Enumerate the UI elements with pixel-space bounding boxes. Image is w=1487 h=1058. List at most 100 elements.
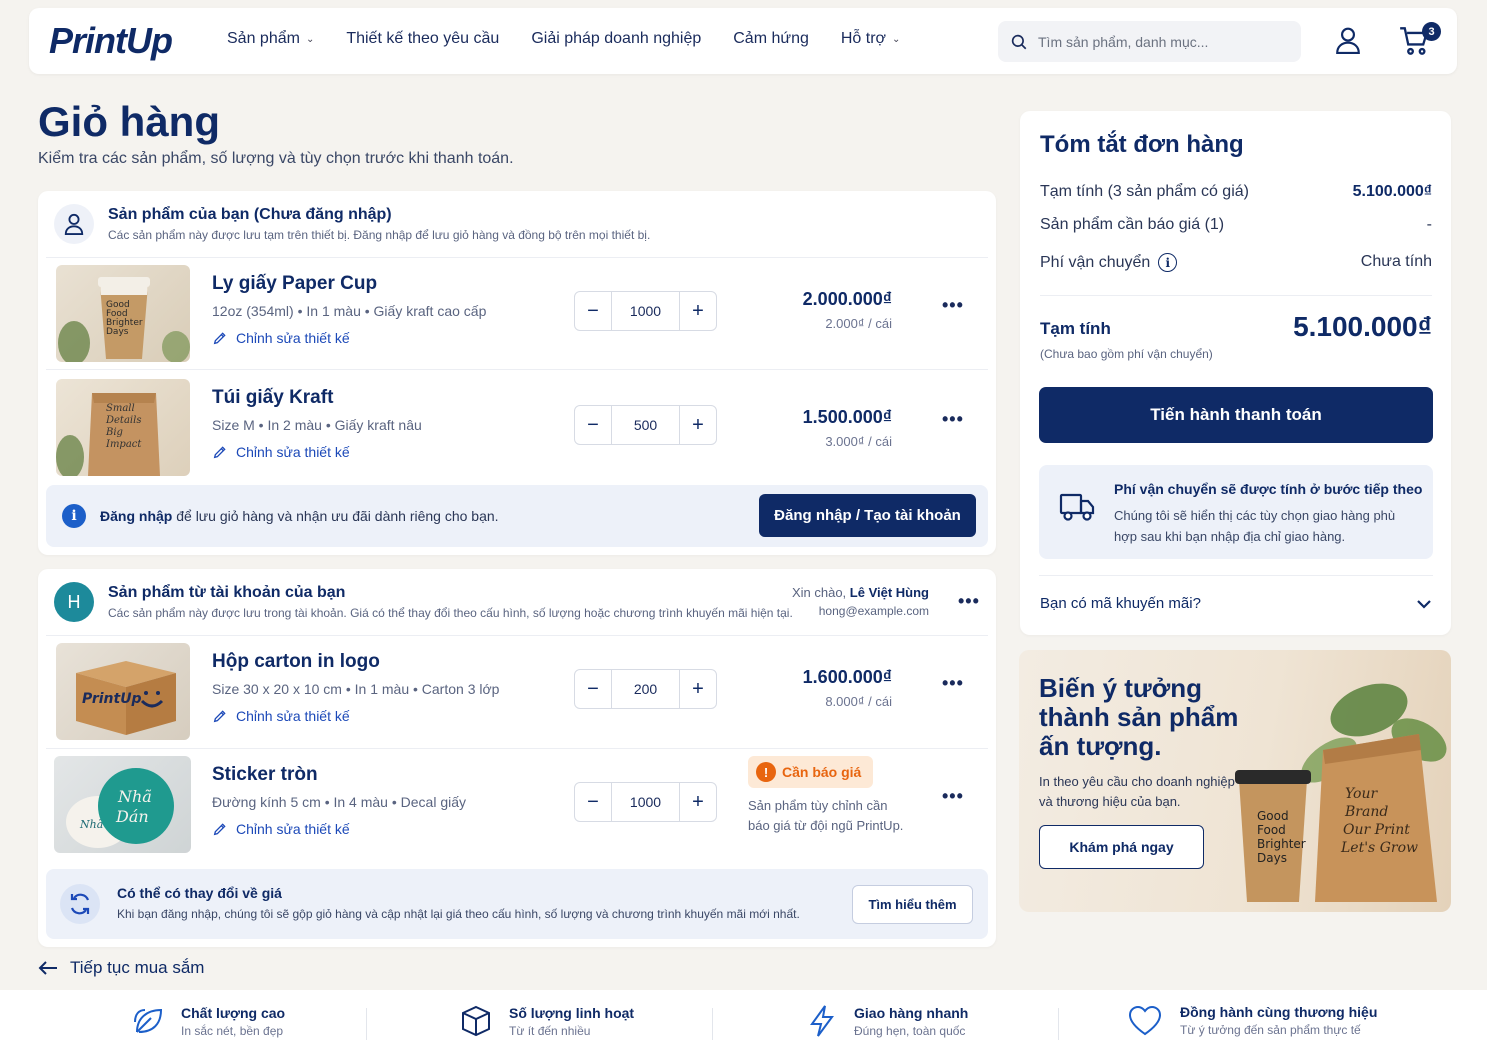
account-cart-card: H Sản phẩm từ tài khoản của bạn Các sản … xyxy=(38,569,996,947)
total-value: 5.100.000₫ xyxy=(1293,311,1432,342)
feature-flexible-quantity: Số lượng linh hoạt Từ ít đến nhiều xyxy=(459,1004,634,1038)
learn-more-button[interactable]: Tìm hiểu thêm xyxy=(852,885,973,924)
more-options-icon[interactable]: ••• xyxy=(942,786,964,807)
svg-text:Small: Small xyxy=(106,403,135,414)
info-icon: i xyxy=(62,504,86,528)
shipping-info-line: Chúng tôi sẽ hiển thị các tùy chọn giao … xyxy=(1114,508,1396,523)
promo-product-illustration: Your Brand Our Print Let's Grow Good Foo… xyxy=(1235,683,1447,902)
edit-design-link[interactable]: Chỉnh sửa thiết kế xyxy=(212,821,350,837)
svg-text:Brand: Brand xyxy=(1344,804,1388,820)
item-name: Hộp carton in logo xyxy=(212,651,380,672)
svg-text:Impact: Impact xyxy=(105,439,142,450)
edit-design-link[interactable]: Chỉnh sửa thiết kế xyxy=(212,330,350,346)
user-icon[interactable] xyxy=(1335,26,1361,54)
item-name: Ly giấy Paper Cup xyxy=(212,273,378,294)
svg-text:Dán: Dán xyxy=(115,807,149,826)
search-box[interactable] xyxy=(998,21,1301,62)
item-price: 2.000.000₫ 2.000₫ / cái xyxy=(803,289,892,331)
svg-text:Nhã: Nhã xyxy=(117,787,152,806)
promo-code-label: Bạn có mã khuyến mãi? xyxy=(1040,595,1201,612)
chevron-down-icon: ⌄ xyxy=(892,33,901,45)
lightning-icon xyxy=(810,1005,834,1037)
item-unit-price: 8.000₫ / cái xyxy=(825,694,892,709)
account-section-header: H Sản phẩm từ tài khoản của bạn Các sản … xyxy=(54,582,793,622)
cart-item-paper-cup: Good Food Brighter Days Ly giấy Paper Cu… xyxy=(38,257,996,369)
login-create-account-button[interactable]: Đăng nhập / Tạo tài khoản xyxy=(759,494,976,537)
paper-cup-thumbnail: Good Food Brighter Days xyxy=(56,265,190,362)
edit-label: Chỉnh sửa thiết kế xyxy=(236,444,350,460)
decrease-button[interactable]: − xyxy=(575,783,611,821)
shipping-label: Phí vận chuyển xyxy=(1040,253,1151,271)
svg-text:Food: Food xyxy=(1257,823,1286,837)
svg-text:Good: Good xyxy=(1257,809,1289,823)
svg-text:Days: Days xyxy=(1257,851,1287,865)
more-options-icon[interactable]: ••• xyxy=(942,295,964,316)
search-input[interactable] xyxy=(1038,33,1288,50)
heart-icon xyxy=(1128,1005,1162,1035)
feature-bar: Chất lượng cao In sắc nét, bền đẹp Số lư… xyxy=(0,990,1487,1058)
search-icon xyxy=(1011,34,1027,49)
quantity-stepper: − 200 + xyxy=(574,669,717,709)
explore-now-button[interactable]: Khám phá ngay xyxy=(1039,825,1204,869)
promo-banner: Your Brand Our Print Let's Grow Good Foo… xyxy=(1019,650,1451,912)
quantity-value[interactable]: 200 xyxy=(611,670,680,708)
login-banner-rest: để lưu giỏ hàng và nhận ưu đãi dành riên… xyxy=(172,508,499,524)
guest-section-header: Sản phẩm của bạn (Chưa đăng nhập) Các sả… xyxy=(54,204,650,244)
info-circle-icon[interactable]: i xyxy=(1158,253,1178,272)
quantity-value[interactable]: 500 xyxy=(611,406,680,444)
divider xyxy=(1039,575,1433,576)
quantity-value[interactable]: 1000 xyxy=(611,292,680,330)
feature-title: Chất lượng cao xyxy=(181,1004,286,1021)
login-banner: i Đăng nhập để lưu giỏ hàng và nhận ưu đ… xyxy=(46,485,988,547)
nav-giai-phap[interactable]: Giải pháp doanh nghiệp xyxy=(531,30,701,48)
more-options-icon[interactable]: ••• xyxy=(942,409,964,430)
feature-title: Số lượng linh hoạt xyxy=(509,1004,635,1021)
guest-cart-card: Sản phẩm của bạn (Chưa đăng nhập) Các sả… xyxy=(38,191,996,555)
shipping-info-text: Chúng tôi sẽ hiển thị các tùy chọn giao … xyxy=(1114,505,1395,547)
item-name: Túi giấy Kraft xyxy=(212,387,334,408)
increase-button[interactable]: + xyxy=(680,292,716,330)
pencil-icon xyxy=(213,823,226,836)
increase-button[interactable]: + xyxy=(680,406,716,444)
printup-logo[interactable]: PrintUp xyxy=(49,20,173,62)
promo-headline-line: thành sản phẩm xyxy=(1039,702,1239,732)
nav-ho-tro[interactable]: Hỗ trợ ⌄ xyxy=(841,30,901,48)
pencil-icon xyxy=(213,710,226,723)
nav-san-pham[interactable]: Sản phẩm ⌄ xyxy=(227,30,314,48)
kraft-bag-thumbnail: Small Details Big Impact xyxy=(56,379,190,476)
refresh-icon xyxy=(60,884,100,924)
edit-design-link[interactable]: Chỉnh sửa thiết kế xyxy=(212,708,350,724)
item-spec: Size M • In 2 màu • Giấy kraft nâu xyxy=(212,417,422,433)
feature-title: Giao hàng nhanh xyxy=(854,1004,969,1021)
user-outline-icon xyxy=(54,204,94,244)
quantity-value[interactable]: 1000 xyxy=(611,783,680,821)
quote-badge: ! Cần báo giá xyxy=(748,756,874,788)
nav-thiet-ke[interactable]: Thiết kế theo yêu cầu xyxy=(346,30,499,48)
item-spec: 12oz (354ml) • In 1 màu • Giấy kraft cao… xyxy=(212,303,487,319)
feature-subtitle: Từ ý tưởng đến sản phẩm thực tế xyxy=(1180,1023,1361,1037)
quantity-stepper: − 1000 + xyxy=(574,782,717,822)
account-more-options-icon[interactable]: ••• xyxy=(958,591,980,612)
increase-button[interactable]: + xyxy=(680,783,716,821)
subtotal-value: 5.100.000₫ xyxy=(1352,183,1432,200)
cart-item-sticker: Nhã Dán Nhã Dán Sticker tròn Đường kính … xyxy=(38,748,996,860)
divider xyxy=(366,1008,367,1040)
promo-code-toggle[interactable]: Bạn có mã khuyến mãi? xyxy=(1040,595,1432,612)
page-title: Giỏ hàng xyxy=(38,98,220,145)
item-total: 2.000.000₫ xyxy=(802,289,892,309)
checkout-button[interactable]: Tiến hành thanh toán xyxy=(1039,387,1433,443)
account-section-desc: Các sản phẩm này được lưu trong tài khoả… xyxy=(108,606,793,620)
nav-cam-hung[interactable]: Cảm hứng xyxy=(733,30,809,48)
feature-subtitle: Đúng hẹn, toàn quốc xyxy=(854,1023,966,1038)
summary-shipping-row: Phí vận chuyển i Chưa tính xyxy=(1040,253,1432,272)
truck-icon xyxy=(1059,493,1095,521)
increase-button[interactable]: + xyxy=(680,670,716,708)
quote-note-line: báo giá từ đội ngũ PrintUp. xyxy=(748,818,904,833)
decrease-button[interactable]: − xyxy=(575,292,611,330)
decrease-button[interactable]: − xyxy=(575,406,611,444)
continue-shopping-link[interactable]: Tiếp tục mua sắm xyxy=(38,958,204,978)
decrease-button[interactable]: − xyxy=(575,670,611,708)
feature-fast-delivery: Giao hàng nhanh Đúng hẹn, toàn quốc xyxy=(806,1004,968,1038)
more-options-icon[interactable]: ••• xyxy=(942,673,964,694)
edit-design-link[interactable]: Chỉnh sửa thiết kế xyxy=(212,444,350,460)
